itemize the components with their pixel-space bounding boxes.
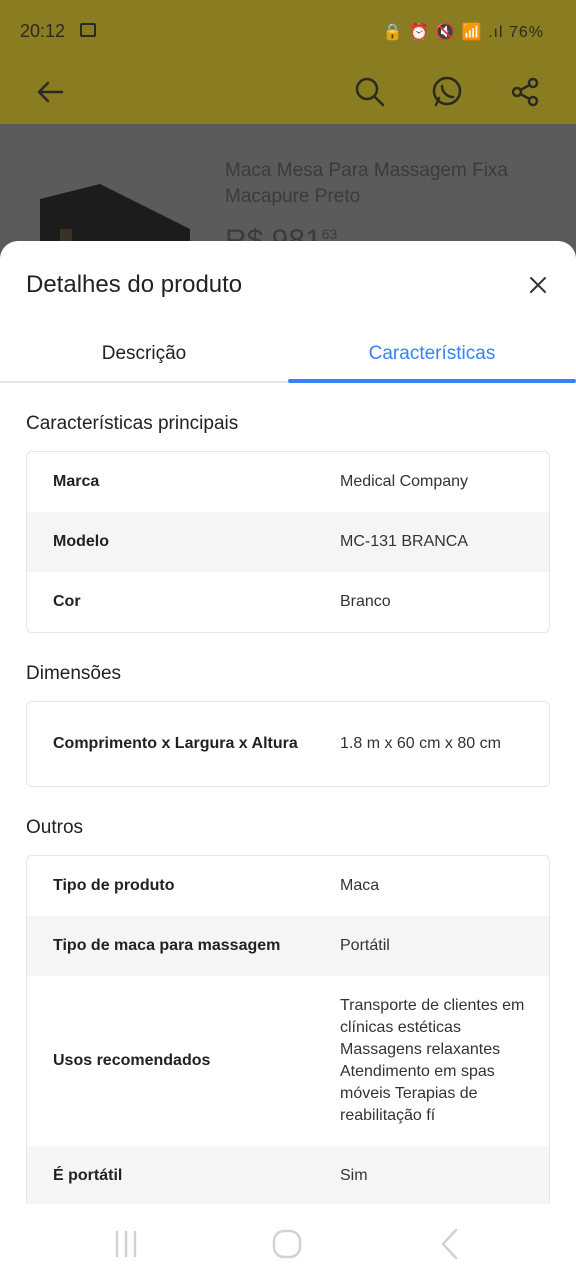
share-icon[interactable] — [503, 70, 547, 114]
sheet-header: Detalhes do produto — [0, 241, 576, 327]
table-row: É portátil Sim — [27, 1146, 549, 1206]
active-tab-indicator — [288, 379, 576, 383]
search-icon[interactable] — [348, 70, 392, 114]
product-title: Maca Mesa Para Massagem Fixa Macapure Pr… — [225, 160, 508, 207]
status-bar: 20:12 🔒 ⏰ 🔇 📶 .ıl 76% — [0, 0, 576, 62]
table-row: Cor Branco — [27, 572, 549, 632]
table-row: Comprimento x Largura x Altura 1.8 m x 6… — [27, 702, 549, 786]
spec-key: Comprimento x Largura x Altura — [53, 735, 298, 752]
characteristics-content: Características principais Marca Medical… — [0, 413, 576, 1207]
status-time: 20:12 — [20, 21, 66, 41]
product-details-sheet: Detalhes do produto Descrição Caracterís… — [0, 241, 576, 1280]
tab-caracteristicas[interactable]: Características — [288, 327, 576, 381]
spec-key: Modelo — [53, 533, 109, 550]
section-title: Características principais — [26, 413, 239, 434]
home-icon[interactable] — [267, 1228, 307, 1260]
spec-value: Portátil — [340, 937, 390, 954]
background-app: 20:12 🔒 ⏰ 🔇 📶 .ıl 76% Maca Mesa Para Mas… — [0, 0, 576, 264]
status-indicators: 🔒 ⏰ 🔇 📶 .ıl 76% — [382, 24, 544, 41]
table-row: Usos recomendados Transporte de clientes… — [27, 976, 549, 1146]
back-arrow-icon[interactable] — [28, 70, 72, 114]
tab-descricao[interactable]: Descrição — [0, 327, 288, 381]
spec-table: Comprimento x Largura x Altura 1.8 m x 6… — [26, 701, 550, 787]
system-nav-bar — [0, 1204, 576, 1280]
back-icon[interactable] — [430, 1228, 470, 1260]
spec-value: MC-131 BRANCA — [340, 533, 469, 550]
table-row: Tipo de produto Maca — [27, 856, 549, 916]
spec-key: Tipo de produto — [53, 877, 175, 894]
gallery-notification-icon — [80, 23, 96, 37]
section-title: Dimensões — [26, 663, 122, 684]
app-bar — [0, 62, 576, 124]
spec-value: Transporte de clientes em clínicas estét… — [340, 997, 525, 1124]
spec-value: Maca — [340, 877, 380, 894]
spec-table: Tipo de produto Maca Tipo de maca para m… — [26, 855, 550, 1207]
spec-key: Tipo de maca para massagem — [53, 937, 281, 954]
spec-key: É portátil — [53, 1167, 123, 1184]
spec-value: Medical Company — [340, 473, 469, 490]
recent-apps-icon[interactable] — [106, 1228, 146, 1260]
spec-value: 1.8 m x 60 cm x 80 cm — [340, 735, 501, 752]
table-row: Tipo de maca para massagem Portátil — [27, 916, 549, 976]
spec-value: Branco — [340, 593, 391, 610]
spec-key: Cor — [53, 593, 81, 610]
whatsapp-icon[interactable] — [425, 70, 469, 114]
close-icon — [530, 277, 546, 293]
spec-key: Usos recomendados — [53, 1052, 211, 1069]
sheet-title: Detalhes do produto — [26, 271, 243, 298]
table-row: Marca Medical Company — [27, 452, 549, 512]
spec-key: Marca — [53, 473, 100, 490]
table-row: Modelo MC-131 BRANCA — [27, 512, 549, 572]
close-button[interactable] — [524, 271, 552, 299]
section-title: Outros — [26, 817, 84, 838]
tabs: Descrição Características — [0, 327, 576, 383]
spec-value: Sim — [340, 1167, 368, 1184]
spec-table: Marca Medical Company Modelo MC-131 BRAN… — [26, 451, 550, 633]
